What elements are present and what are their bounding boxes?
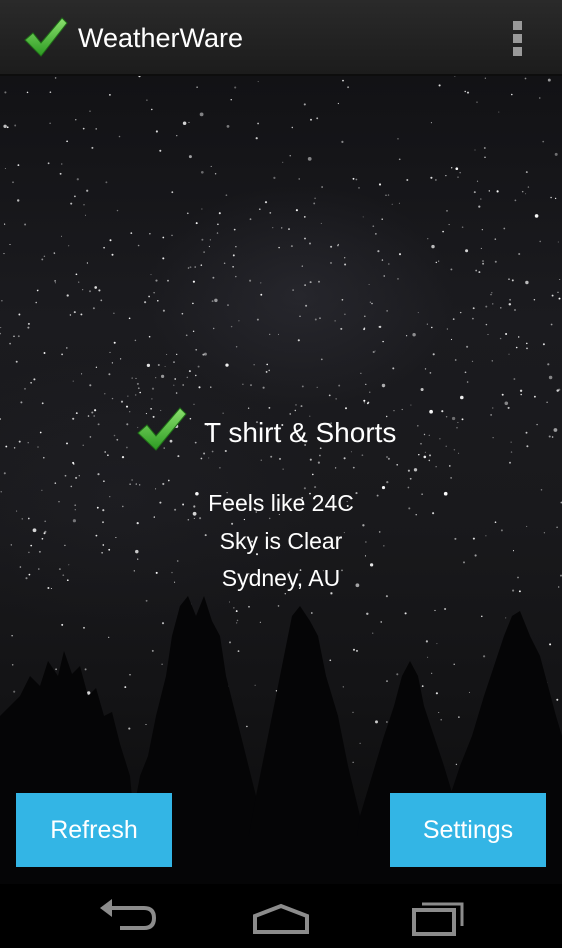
screen: WeatherWare T shirt & Shorts Feels like … <box>0 0 562 948</box>
tree-silhouettes <box>0 596 562 884</box>
overflow-menu-icon[interactable] <box>500 16 536 60</box>
feels-like-text: Feels like 24C <box>208 490 354 516</box>
navigation-bar <box>0 884 562 948</box>
settings-button[interactable]: Settings <box>390 793 546 867</box>
checkmark-icon <box>137 407 187 451</box>
app-title: WeatherWare <box>78 23 244 53</box>
back-icon[interactable] <box>86 892 166 942</box>
location-text: Sydney, AU <box>221 565 341 591</box>
sky-condition-text: Sky is Clear <box>219 528 343 554</box>
refresh-button[interactable]: Refresh <box>16 793 172 867</box>
home-icon[interactable] <box>241 892 321 942</box>
recent-apps-icon[interactable] <box>398 892 478 942</box>
night-sky-background <box>0 76 562 884</box>
action-bar: WeatherWare <box>0 0 562 76</box>
outfit-label: T shirt & Shorts <box>204 417 397 448</box>
checkmark-icon[interactable] <box>22 14 68 60</box>
